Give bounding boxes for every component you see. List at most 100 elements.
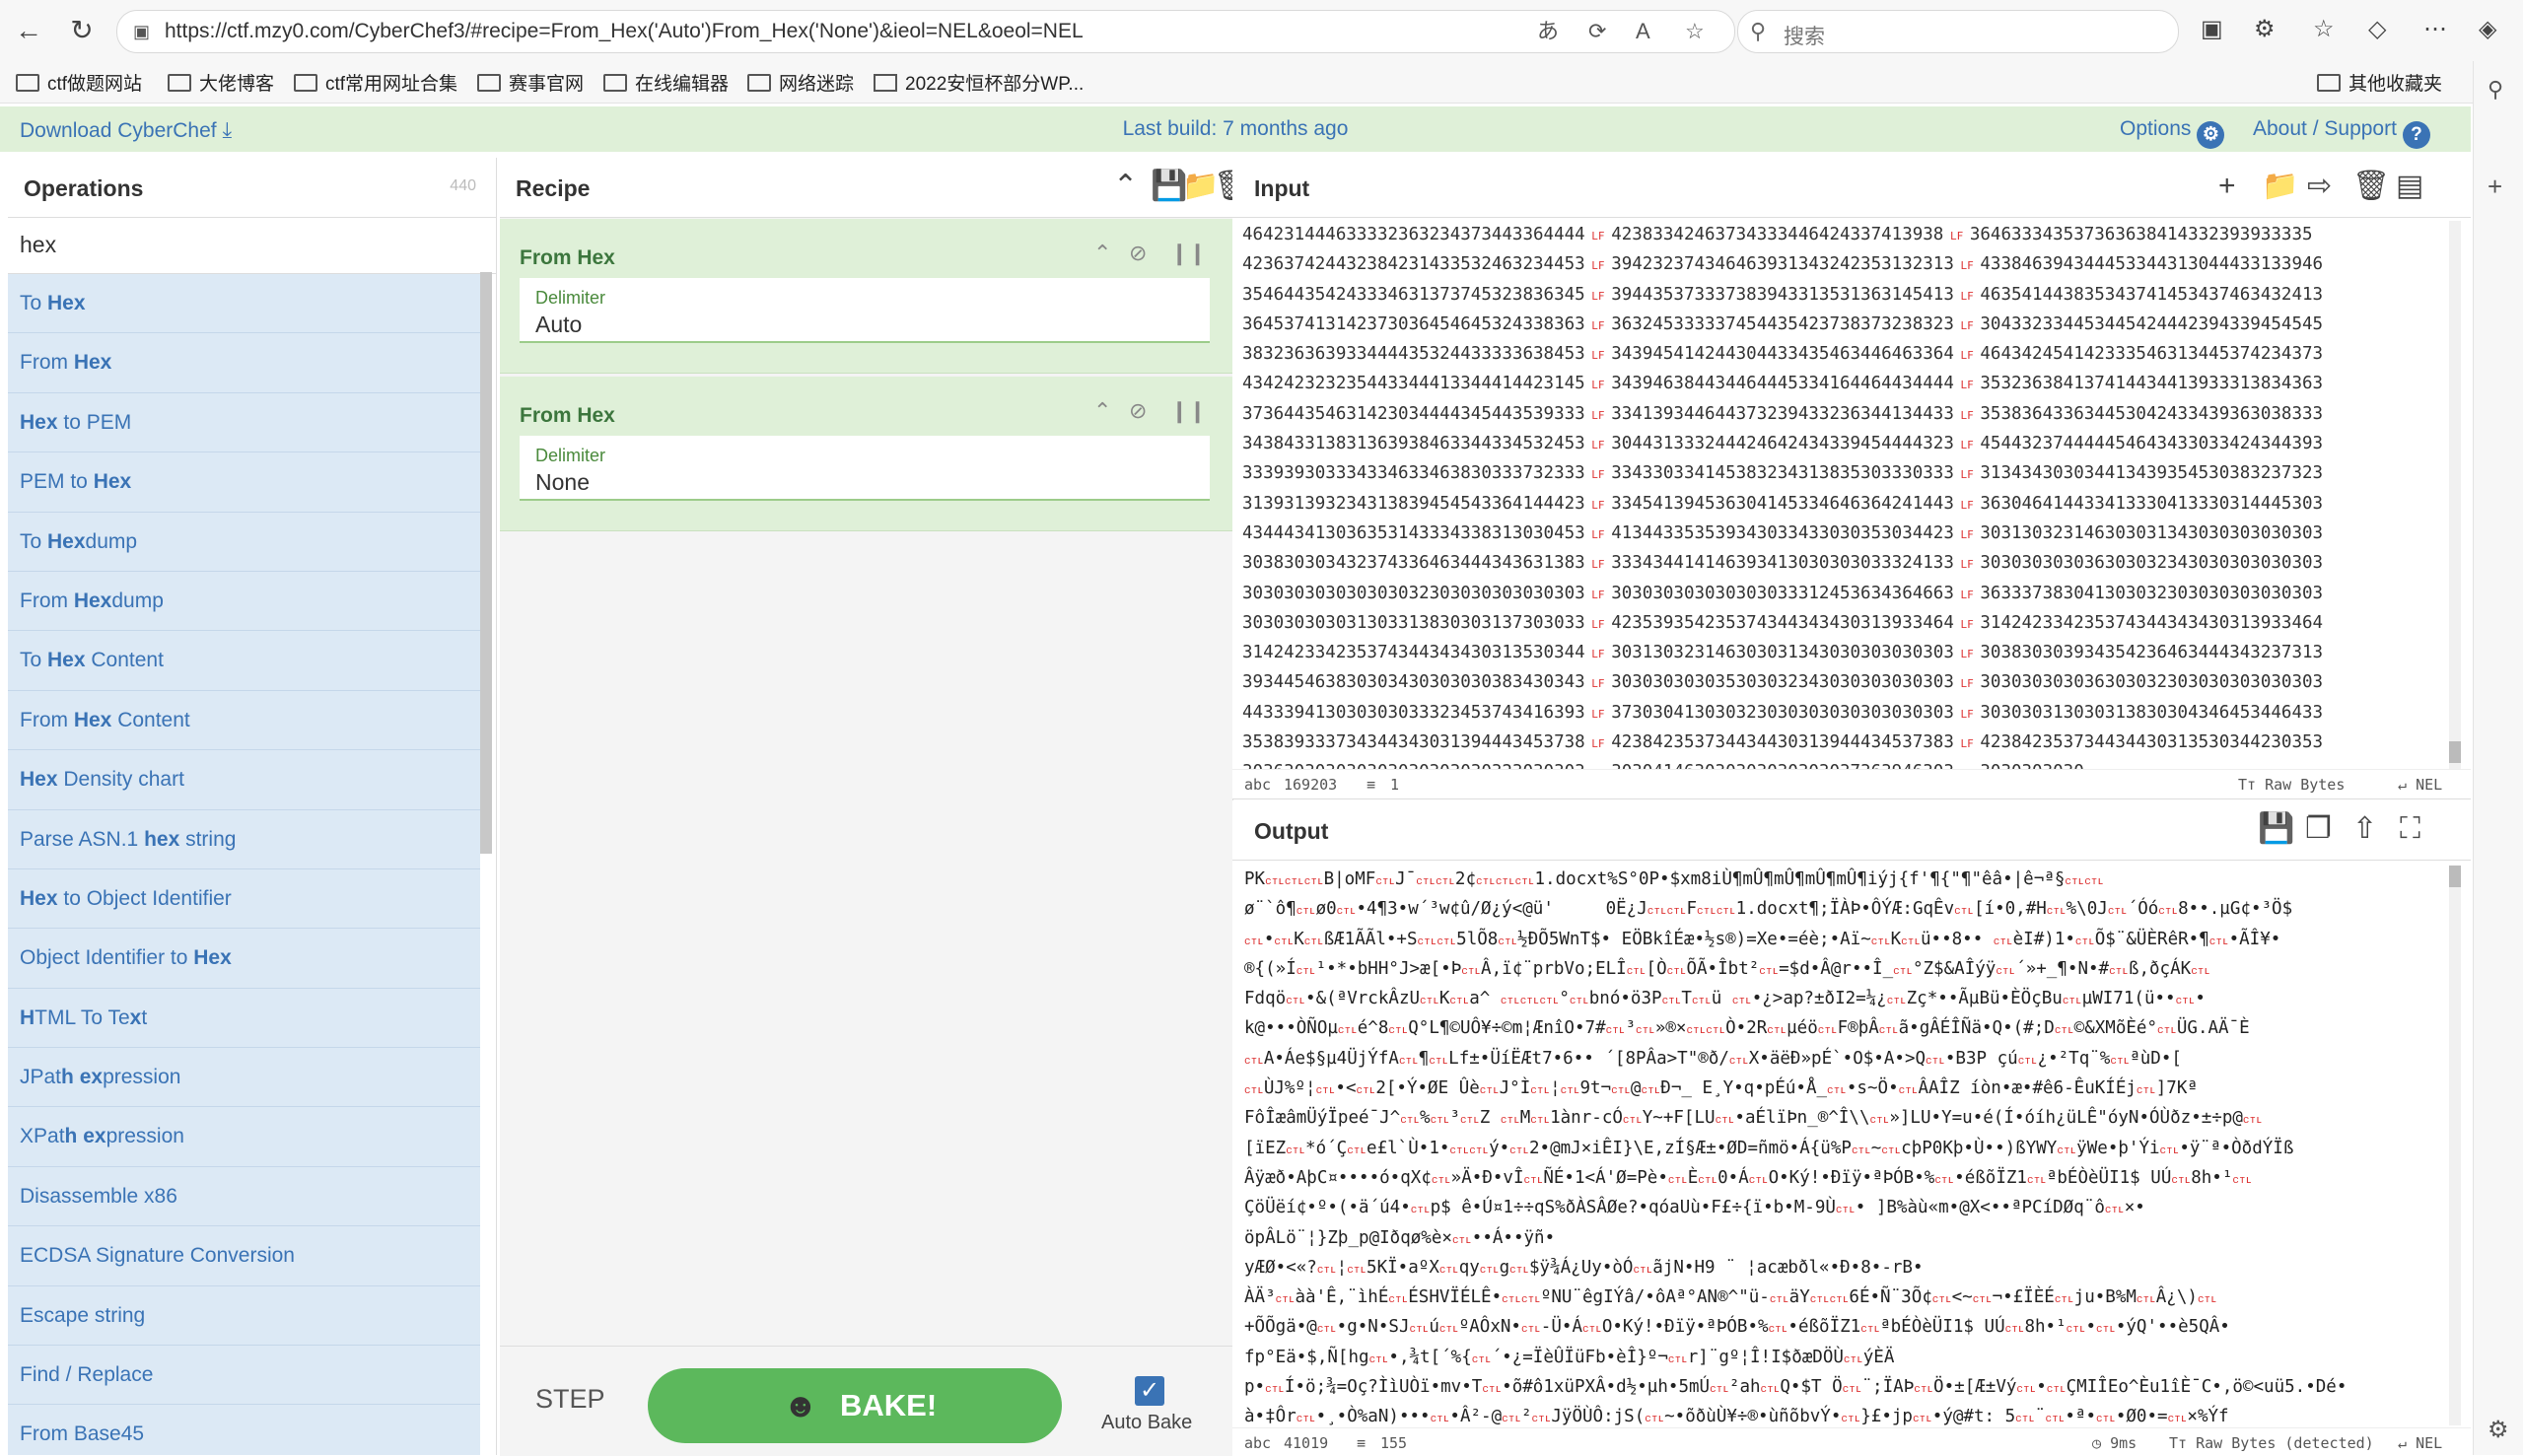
other-favorites-folder[interactable]: 其他收藏夹: [2317, 69, 2442, 96]
eol-button[interactable]: ↵ NEL: [2398, 776, 2442, 794]
about-support-link[interactable]: About / Support?: [2253, 117, 2430, 149]
replace-input-icon[interactable]: ⇧: [2352, 812, 2377, 846]
refresh-circle-icon[interactable]: ⟳: [1588, 19, 1606, 44]
reset-layout-icon[interactable]: ▤: [2396, 170, 2423, 203]
open-folder-icon[interactable]: 📁: [2262, 170, 2298, 203]
control-char-marker: ᴄᴛʟ: [2104, 1203, 2125, 1216]
bookmark-folder[interactable]: 大佬博客: [168, 69, 274, 96]
bookmark-folder[interactable]: 网络迷踪: [747, 69, 854, 96]
operation-item[interactable]: Parse ASN.1 hex string: [8, 809, 480, 869]
collapse-icon[interactable]: ⌃: [1113, 170, 1138, 203]
recipe-op-from-hex[interactable]: From Hex ⌃ ⊘ ❙❙ Delimiter None: [500, 377, 1232, 531]
url-text[interactable]: https://ctf.mzy0.com/CyberChef3/#recipe=…: [165, 20, 1084, 43]
operation-item[interactable]: From Hex: [8, 333, 480, 393]
input-text-segment: 423539354235374344343430313933464: [1611, 612, 1954, 633]
collapse-op-icon[interactable]: ⌃: [1093, 398, 1111, 424]
save-output-icon[interactable]: 💾: [2258, 812, 2294, 846]
browser-search-box[interactable]: ⚲ 搜索: [1737, 10, 2179, 53]
operations-scrollbar[interactable]: [480, 272, 492, 854]
operation-label-match: H: [20, 1005, 35, 1029]
browser-menu-icon[interactable]: ⋯: [2423, 15, 2447, 44]
bookmark-link[interactable]: 2022安恒杯部分WP...: [874, 69, 1084, 96]
favorite-star-icon[interactable]: ☆: [1685, 19, 1705, 44]
operation-item[interactable]: Escape string: [8, 1285, 480, 1347]
favorites-icon[interactable]: ☆: [2313, 15, 2335, 44]
operation-item[interactable]: To Hex: [8, 274, 480, 334]
control-char-marker: ᴄᴛʟ: [1647, 904, 1667, 918]
control-char-marker: ᴄᴛʟ: [1449, 994, 1470, 1007]
operation-item[interactable]: PEM to Hex: [8, 452, 480, 513]
recipe-op-from-hex[interactable]: From Hex ⌃ ⊘ ❙❙ Delimiter Auto: [500, 219, 1232, 374]
control-char-marker: ᴄᴛʟ: [2074, 934, 2095, 947]
operation-item[interactable]: Hex Density chart: [8, 750, 480, 810]
eol-button[interactable]: ↵ NEL: [2398, 1434, 2442, 1452]
operation-item[interactable]: Hex to PEM: [8, 392, 480, 453]
input-scrollbar[interactable]: [2449, 221, 2461, 769]
input-textarea[interactable]: 464231444633332363234373443364444 LF 423…: [1242, 221, 2447, 769]
read-aloud-icon[interactable]: A: [1636, 19, 1650, 44]
search-icon[interactable]: ⚲: [2488, 77, 2503, 103]
output-textarea[interactable]: PKᴄᴛʟᴄᴛʟᴄᴛʟB|oMFᴄᴛʟJ¯ᴄᴛʟᴄᴛʟ2¢ᴄᴛʟᴄᴛʟᴄᴛʟ1.…: [1244, 866, 2449, 1425]
control-char-marker: ᴄᴛʟ: [1972, 1292, 1993, 1306]
operation-item[interactable]: ECDSA Signature Conversion: [8, 1226, 480, 1286]
encoding-button[interactable]: Tт Raw Bytes (detected): [2169, 1434, 2374, 1452]
bake-button[interactable]: ☻ BAKE!: [648, 1368, 1062, 1443]
operation-item[interactable]: Find / Replace: [8, 1346, 480, 1406]
address-bar[interactable]: ▣ https://ctf.mzy0.com/CyberChef3/#recip…: [116, 10, 1735, 53]
scroll-thumb[interactable]: [2449, 866, 2461, 887]
delimiter-field[interactable]: Delimiter Auto: [520, 278, 1210, 343]
options-link[interactable]: Options ⚙: [2120, 117, 2225, 149]
control-char-marker: ᴄᴛʟ: [1748, 1172, 1769, 1186]
pause-op-icon[interactable]: ❙❙: [1170, 398, 1207, 424]
operation-item[interactable]: XPath expression: [8, 1107, 480, 1167]
operation-item[interactable]: Disassemble x86: [8, 1166, 480, 1227]
bookmark-folder[interactable]: 在线编辑器: [603, 69, 729, 96]
scroll-thumb[interactable]: [2449, 741, 2461, 763]
collections-icon[interactable]: ◇: [2368, 15, 2386, 44]
add-icon[interactable]: +: [2488, 172, 2502, 202]
bookmark-folder[interactable]: 赛事官网: [477, 69, 584, 96]
copy-output-icon[interactable]: ❐: [2305, 812, 2332, 846]
control-char-marker: ᴄᴛʟ: [1993, 934, 2013, 947]
operation-item[interactable]: HTML To Text: [8, 988, 480, 1049]
operation-item[interactable]: From Base45: [8, 1405, 480, 1455]
pause-op-icon[interactable]: ❙❙: [1170, 241, 1207, 266]
operation-label-match: Hex: [73, 708, 112, 731]
output-line: PKᴄᴛʟᴄᴛʟᴄᴛʟB|oMFᴄᴛʟJ¯ᴄᴛʟᴄᴛʟ2¢ᴄᴛʟᴄᴛʟᴄᴛʟ1.…: [1244, 869, 2105, 889]
add-tab-icon[interactable]: +: [2218, 170, 2236, 203]
output-scrollbar[interactable]: [2449, 866, 2461, 1425]
operation-item[interactable]: Hex to Object Identifier: [8, 868, 480, 930]
step-button[interactable]: STEP: [535, 1384, 605, 1415]
operation-item[interactable]: From Hex Content: [8, 690, 480, 751]
control-char-marker: ᴄᴛʟ: [1368, 1352, 1389, 1365]
operation-label-text: Content: [85, 649, 164, 672]
reload-icon[interactable]: ↻: [65, 14, 99, 47]
extension-md-icon[interactable]: ▣: [2201, 15, 2223, 44]
clear-input-icon[interactable]: 🗑: [2352, 170, 2390, 203]
translate-icon[interactable]: あ: [1537, 19, 1559, 44]
disable-op-icon[interactable]: ⊘: [1129, 398, 1147, 424]
control-char-marker: ᴄᴛʟ: [1931, 1292, 1952, 1306]
open-file-icon[interactable]: ⇨: [2307, 170, 2332, 203]
back-icon[interactable]: ←: [12, 14, 45, 47]
operation-item[interactable]: To Hex Content: [8, 631, 480, 691]
operation-item[interactable]: To Hexdump: [8, 512, 480, 572]
control-char-marker: ᴄᴛʟ: [1265, 874, 1285, 887]
collapse-op-icon[interactable]: ⌃: [1093, 241, 1111, 266]
settings-gear-icon[interactable]: ⚙: [2488, 1416, 2509, 1444]
control-char-marker: ᴄᴛʟ: [1398, 1053, 1419, 1067]
delimiter-field[interactable]: Delimiter None: [520, 436, 1210, 501]
extensions-puzzle-icon[interactable]: ⚙: [2254, 15, 2276, 44]
copilot-icon[interactable]: ◈: [2479, 15, 2496, 44]
encoding-button[interactable]: Tт Raw Bytes: [2238, 776, 2345, 794]
bookmark-folder[interactable]: ctf做题网站: [16, 69, 142, 96]
operation-item[interactable]: Object Identifier to Hex: [8, 929, 480, 989]
operations-search-input[interactable]: hex: [8, 218, 496, 274]
maximise-icon[interactable]: ⛶: [2400, 812, 2420, 846]
chef-icon: ☻: [783, 1387, 818, 1424]
auto-bake-checkbox[interactable]: ✓: [1135, 1376, 1164, 1406]
operation-item[interactable]: From Hexdump: [8, 571, 480, 632]
operation-item[interactable]: JPath expression: [8, 1048, 480, 1108]
disable-op-icon[interactable]: ⊘: [1129, 241, 1147, 266]
bookmark-folder[interactable]: ctf常用网址合集: [294, 69, 457, 96]
